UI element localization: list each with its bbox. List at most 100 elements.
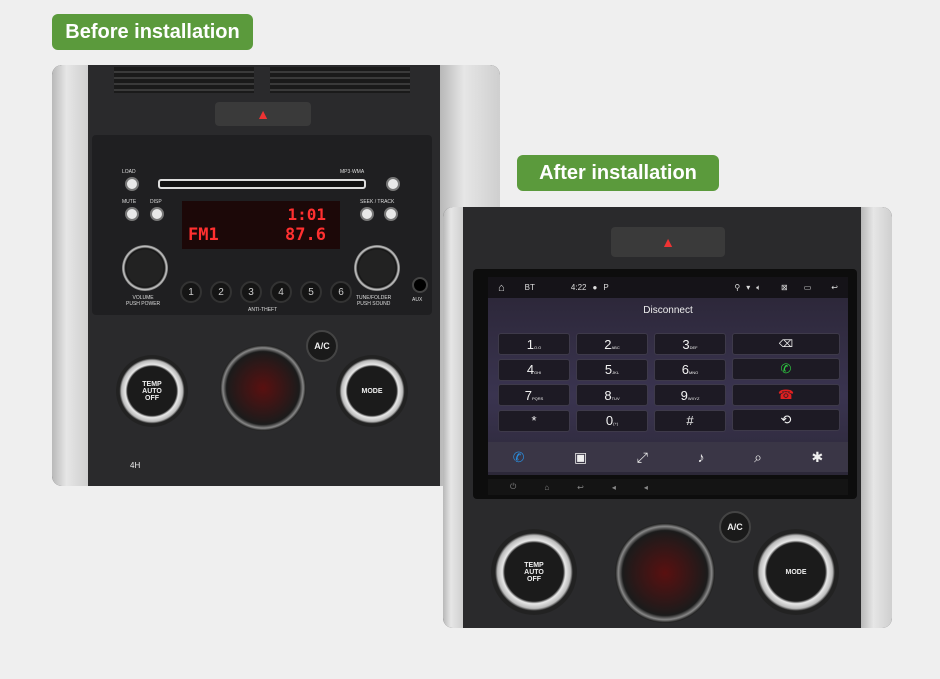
hazard-button[interactable]: ▲ — [611, 227, 725, 257]
volume-up-icon[interactable]: ◂ — [644, 483, 648, 492]
mp3-label: MP3·WMA — [340, 169, 365, 175]
backspace-button[interactable]: ⌫ — [732, 333, 840, 355]
hangup-button[interactable]: ☎ — [732, 384, 840, 406]
ac-button[interactable]: A/C — [719, 511, 751, 543]
frequency-readout: 87.6 — [285, 225, 326, 245]
mute-label: MUTE — [122, 199, 137, 205]
dial-key-12[interactable]: # — [654, 409, 726, 432]
hardware-nav-bar: ⏻ ⌂ ↩ ◂ ◂ — [488, 479, 848, 495]
key-digit: * — [531, 413, 537, 428]
phone-icon[interactable]: ✆ — [513, 449, 525, 466]
mute-button[interactable] — [125, 207, 139, 221]
auto-text: AUTO — [524, 568, 544, 576]
back-key-icon[interactable]: ↩ — [577, 483, 584, 492]
disconnect-button[interactable]: Disconnect — [488, 305, 848, 316]
fan-dial[interactable] — [615, 523, 715, 623]
4h-label: 4H — [130, 461, 141, 470]
mode-dial[interactable]: MODE — [336, 355, 408, 427]
key-digit: 6 — [681, 362, 689, 377]
band-readout: FM1 — [188, 225, 219, 245]
status-bar: ⌂ BT 4:22 ● P ⚲ ▾ 🔈︎ ⊠ ▭ ↩ — [488, 277, 848, 298]
auto-text: AUTO — [142, 387, 162, 395]
load-button[interactable] — [125, 177, 139, 191]
dial-key-1[interactable]: 1 O.O — [498, 333, 570, 355]
backspace-icon: ⌫ — [778, 338, 794, 350]
dial-key-2[interactable]: 2 ABC — [576, 333, 648, 355]
seek-up-button[interactable] — [384, 207, 398, 221]
key-digit: 0 — [605, 413, 614, 428]
preset-button-1[interactable]: 1 — [180, 281, 202, 303]
preset-button-5[interactable]: 5 — [300, 281, 322, 303]
contacts-icon[interactable]: ▣ — [574, 449, 587, 466]
bottom-dock: ✆ ▣ ⤢ ♪ ⌕ ✱ — [488, 442, 848, 472]
dial-key-10[interactable]: * — [498, 409, 570, 432]
seek-down-button[interactable] — [360, 207, 374, 221]
settings-icon[interactable]: ✱ — [811, 449, 823, 466]
shield-icon: ● — [592, 283, 598, 292]
after-installation-label: After installation — [517, 155, 719, 191]
call-button[interactable]: ✆ — [732, 358, 840, 380]
music-icon[interactable]: ♪ — [698, 449, 705, 465]
status-app: BT — [524, 283, 535, 292]
preset-button-6[interactable]: 6 — [330, 281, 352, 303]
home-key-icon[interactable]: ⌂ — [544, 483, 549, 492]
search-icon[interactable]: ⌕ — [754, 449, 762, 466]
dial-key-9[interactable]: 9 WXYZ — [654, 384, 726, 406]
phone-hangup-icon: ☎ — [777, 387, 795, 402]
back-icon[interactable]: ↩ — [831, 283, 838, 292]
volume-knob[interactable] — [122, 245, 168, 291]
eject-button[interactable] — [386, 177, 400, 191]
dial-key-6[interactable]: 6 MNO — [654, 358, 726, 381]
ac-button[interactable]: A/C — [306, 330, 338, 362]
dial-key-5[interactable]: 5 JKL — [576, 358, 648, 381]
temp-text: TEMP — [142, 380, 162, 388]
dial-key-7[interactable]: 7 PQRS — [498, 384, 570, 406]
hazard-button[interactable]: ▲ — [215, 102, 311, 126]
preset-button-2[interactable]: 2 — [210, 281, 232, 303]
home-icon[interactable]: ⌂ — [498, 282, 505, 294]
dial-key-8[interactable]: 8 TUV — [576, 384, 648, 406]
p-icon: P — [603, 283, 609, 292]
aux-label: AUX — [412, 297, 423, 303]
preset-readout: 1:01 — [287, 205, 326, 224]
dial-key-11[interactable]: 0 (+) — [576, 409, 648, 432]
sync-icon: ⟲ — [780, 412, 792, 427]
anti-theft-label: ANTI-THEFT — [248, 307, 278, 313]
radio-display: 1:01 FM1 87.6 — [182, 201, 340, 249]
preset-button-3[interactable]: 3 — [240, 281, 262, 303]
phone-call-icon: ✆ — [780, 361, 792, 376]
recent-apps-icon[interactable]: ▭ — [804, 283, 812, 292]
location-icon: ⚲ — [734, 283, 741, 292]
key-letters: O.O — [533, 344, 542, 350]
key-digit: 1 — [526, 336, 534, 352]
volume-down-icon[interactable]: ◂ — [612, 483, 616, 492]
fan-dial[interactable] — [220, 345, 306, 431]
status-time: 4:22 — [570, 283, 587, 292]
seek-label: SEEK / TRACK — [360, 199, 395, 205]
switch-button[interactable]: ⟲ — [732, 409, 840, 431]
temp-dial[interactable]: TEMP AUTO OFF — [491, 529, 577, 615]
key-digit: 4 — [526, 362, 535, 377]
transfer-icon[interactable]: ⤢ — [637, 449, 648, 466]
volume-icon[interactable]: 🔈︎ — [756, 283, 761, 293]
key-digit: 2 — [604, 336, 612, 352]
power-icon[interactable]: ⏻ — [510, 482, 516, 492]
android-screen: ⌂ BT 4:22 ● P ⚲ ▾ 🔈︎ ⊠ ▭ ↩ Disconnect 1O… — [488, 277, 848, 475]
dial-key-4[interactable]: 4 GHI — [498, 358, 570, 381]
close-app-icon[interactable]: ⊠ — [781, 283, 788, 292]
dial-key-3[interactable]: 3 DEF — [654, 333, 726, 355]
left-trim — [443, 207, 463, 628]
key-letters: WXYZ — [687, 395, 700, 401]
before-installation-label: Before installation — [52, 14, 253, 50]
tune-knob[interactable] — [354, 245, 400, 291]
key-letters: ABC — [611, 344, 620, 350]
preset-button-4[interactable]: 4 — [270, 281, 292, 303]
left-trim — [52, 65, 88, 486]
disp-label: DISP — [150, 199, 162, 205]
temp-dial[interactable]: TEMP AUTO OFF — [116, 355, 188, 427]
disp-button[interactable] — [150, 207, 164, 221]
key-letters: TUV — [611, 395, 620, 401]
key-digit: 3 — [682, 336, 690, 352]
mode-dial[interactable]: MODE — [753, 529, 839, 615]
aux-jack[interactable] — [412, 277, 428, 293]
